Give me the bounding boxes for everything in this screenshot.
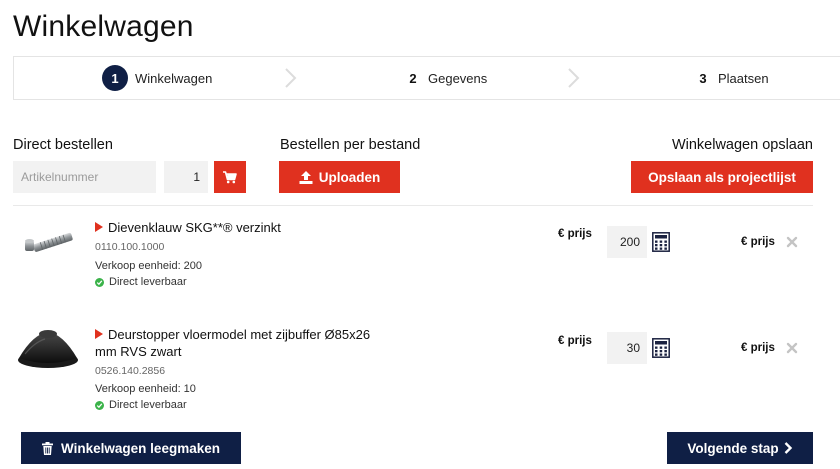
chevron-right-icon [784,442,792,454]
sku-input[interactable] [13,161,156,193]
remove-icon[interactable] [786,342,798,354]
line-quantity-input[interactable]: 30 [607,332,647,364]
quantity-input[interactable] [164,161,208,193]
checkout-steps: 1 Winkelwagen 2 Gegevens 3 Plaatsen [13,56,840,100]
divider [13,205,813,206]
product-image [25,232,73,252]
trash-icon [42,441,54,455]
add-to-cart-button[interactable] [214,161,246,193]
step-label: Winkelwagen [135,70,213,86]
calculator-icon[interactable] [652,232,670,252]
upload-label: Uploaden [318,169,381,185]
direct-order-label: Direct bestellen [13,137,113,153]
step-number: 2 [409,70,417,86]
chevron-right-icon [568,68,580,88]
step-number: 1 [102,65,128,91]
line-total-price: € prijs [741,236,775,248]
upload-button[interactable]: Uploaden [279,161,400,193]
product-image [18,330,78,368]
step-cart[interactable]: 1 Winkelwagen [102,57,212,99]
file-order-label: Bestellen per bestand [280,137,421,153]
step-place[interactable]: 3 Plaatsen [694,57,769,99]
step-number: 3 [699,70,707,86]
item-name[interactable]: Deurstopper vloermodel met zijbuffer Ø85… [95,326,370,360]
item-sales-unit: Verkoop eenheid: 200 [95,260,203,272]
save-cart-label: Winkelwagen opslaan [671,137,813,153]
clear-cart-button[interactable]: Winkelwagen leegmaken [21,432,241,464]
chevron-right-icon [285,68,297,88]
line-quantity-input[interactable]: 200 [607,226,647,258]
unit-price: € prijs [558,335,592,347]
remove-icon[interactable] [786,236,798,248]
upload-icon [299,170,313,184]
check-icon [95,277,104,287]
stock-status: Direct leverbaar [95,276,187,288]
line-total-price: € prijs [741,342,775,354]
page-title: Winkelwagen [13,10,194,43]
next-step-label: Volgende stap [687,440,779,456]
step-details[interactable]: 2 Gegevens [404,57,487,99]
check-icon [95,400,104,410]
stock-status: Direct leverbaar [95,399,187,411]
item-name[interactable]: Dievenklauw SKG**® verzinkt [95,219,281,236]
clear-cart-label: Winkelwagen leegmaken [61,440,220,456]
item-sku: 0526.140.2856 [95,365,166,377]
caret-right-icon [95,329,103,339]
save-project-list-button[interactable]: Opslaan als projectlijst [631,161,813,193]
step-label: Plaatsen [718,70,769,86]
calculator-icon[interactable] [652,338,670,358]
step-label: Gegevens [428,70,488,86]
item-sales-unit: Verkoop eenheid: 10 [95,383,196,395]
item-sku: 0110.100.1000 [95,241,165,253]
next-step-button[interactable]: Volgende stap [667,432,813,464]
caret-right-icon [95,222,103,232]
cart-icon [223,170,237,183]
unit-price: € prijs [558,228,592,240]
